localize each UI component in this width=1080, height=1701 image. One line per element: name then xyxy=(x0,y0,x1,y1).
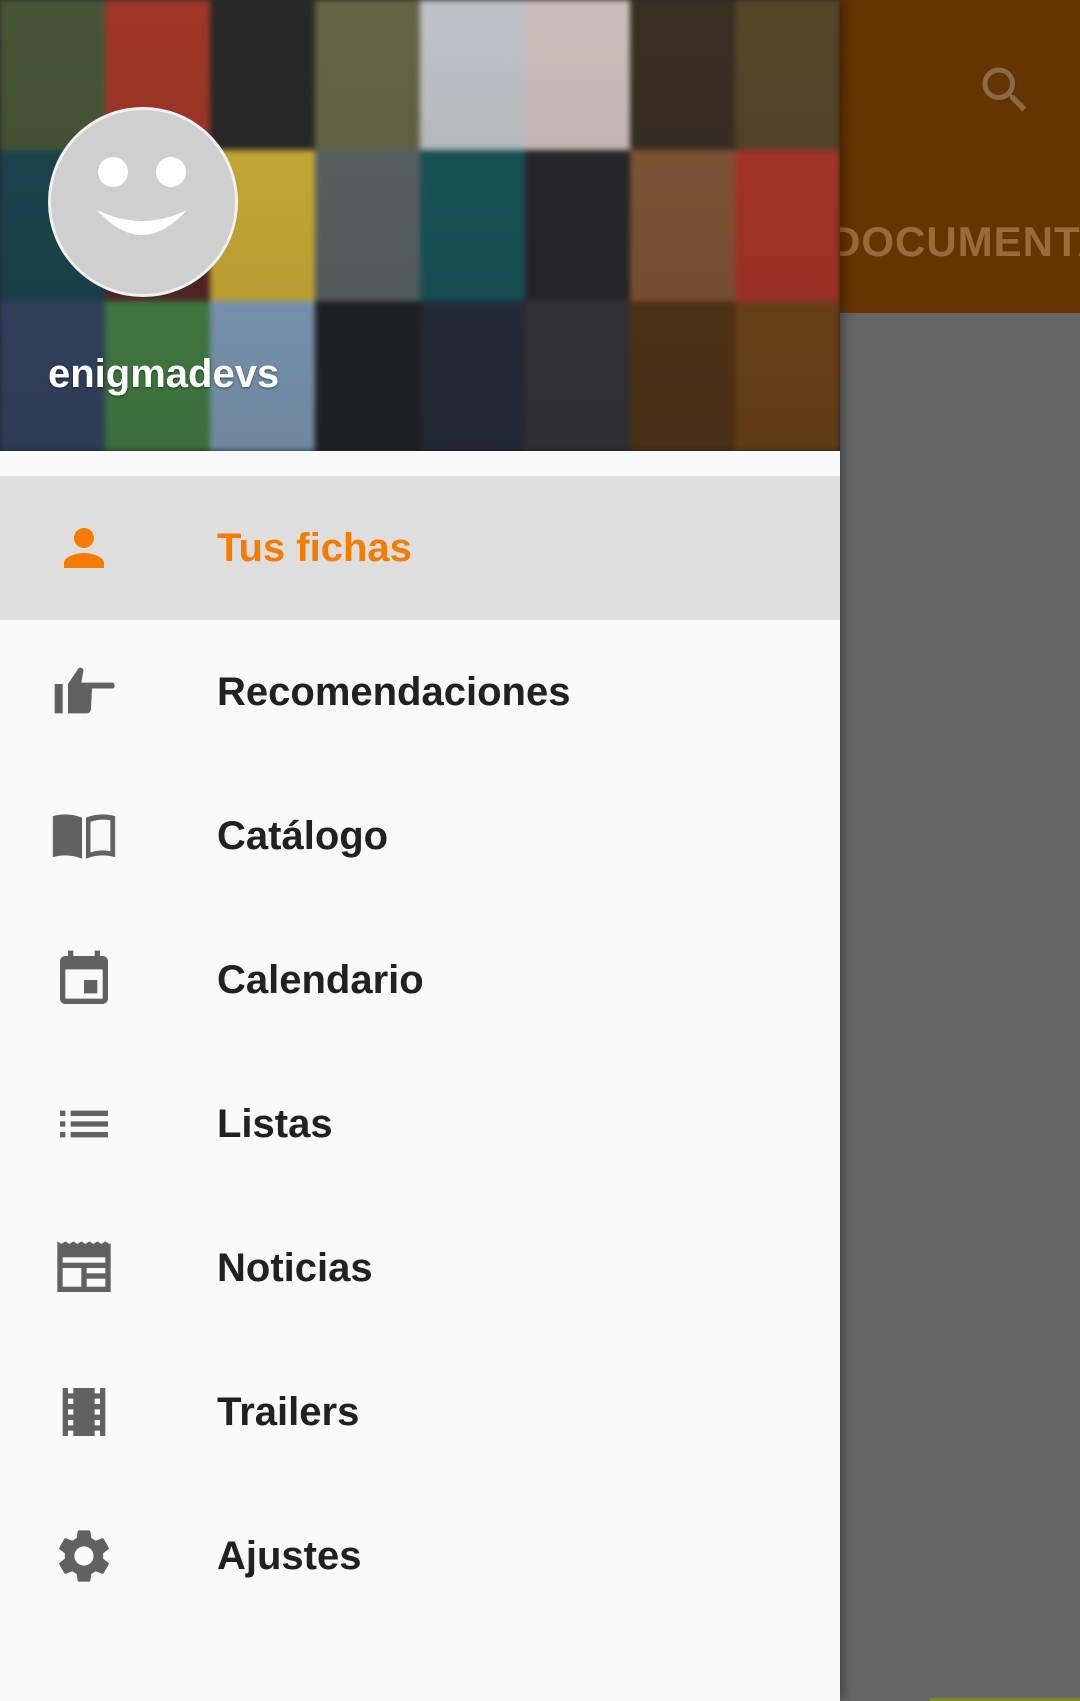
drawer-item-calendario[interactable]: Calendario xyxy=(0,908,840,1052)
drawer-item-label: Noticias xyxy=(217,1245,373,1290)
calendar-icon xyxy=(50,946,118,1014)
drawer-item-label: Tus fichas xyxy=(217,525,412,570)
drawer-item-trailers[interactable]: Trailers xyxy=(0,1340,840,1484)
smiley-avatar-icon xyxy=(51,110,235,294)
navigation-drawer: enigmadevs Tus fichas Recomendaciones Ca… xyxy=(0,0,840,1701)
tab-documentales[interactable]: DOCUMENTA xyxy=(830,218,1080,266)
drawer-item-ajustes[interactable]: Ajustes xyxy=(0,1484,840,1628)
news-icon xyxy=(50,1234,118,1302)
drawer-item-recomendaciones[interactable]: Recomendaciones xyxy=(0,620,840,764)
person-icon xyxy=(50,514,118,582)
thumb-pointing-icon xyxy=(50,658,118,726)
gear-icon xyxy=(50,1522,118,1590)
drawer-item-label: Calendario xyxy=(217,957,424,1002)
username: enigmadevs xyxy=(48,352,280,396)
drawer-menu: Tus fichas Recomendaciones Catálogo Cale… xyxy=(0,476,840,1628)
book-icon xyxy=(50,802,118,870)
film-icon xyxy=(50,1378,118,1446)
search-icon xyxy=(982,67,1027,112)
drawer-item-label: Listas xyxy=(217,1101,333,1146)
drawer-header: enigmadevs xyxy=(0,0,840,451)
drawer-item-label: Trailers xyxy=(217,1389,360,1434)
drawer-item-listas[interactable]: Listas xyxy=(0,1052,840,1196)
list-icon xyxy=(50,1090,118,1158)
search-button[interactable] xyxy=(970,55,1040,125)
drawer-item-noticias[interactable]: Noticias xyxy=(0,1196,840,1340)
drawer-item-label: Ajustes xyxy=(217,1533,362,1578)
drawer-item-catalogo[interactable]: Catálogo xyxy=(0,764,840,908)
drawer-item-label: Recomendaciones xyxy=(217,669,571,714)
drawer-item-label: Catálogo xyxy=(217,813,389,858)
avatar[interactable] xyxy=(48,107,238,297)
drawer-item-tus-fichas[interactable]: Tus fichas xyxy=(0,476,840,620)
